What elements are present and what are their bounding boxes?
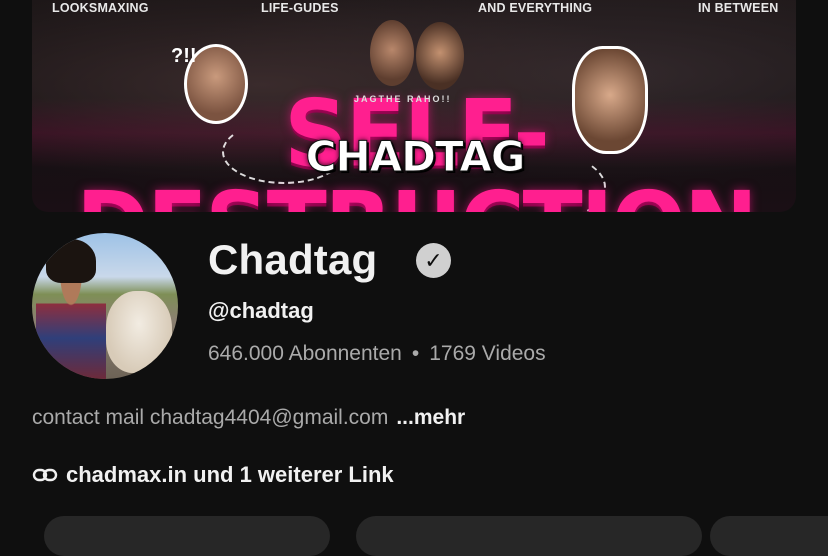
links-text: chadmax.in und 1 weiterer Link: [66, 462, 394, 487]
channel-description[interactable]: contact mail chadtag4404@gmail.com ...meh…: [32, 406, 465, 430]
banner-face-image: [572, 46, 648, 154]
channel-banner: LOOKSMAXING LIFE-GUDES AND EVERYTHING IN…: [32, 0, 796, 212]
action-button[interactable]: [710, 516, 828, 556]
channel-avatar[interactable]: [32, 233, 178, 379]
banner-tagline: IN BETWEEN: [698, 1, 779, 15]
verified-icon: ✓: [416, 243, 451, 278]
description-text: contact mail chadtag4404@gmail.com: [32, 406, 389, 429]
banner-face-image: [416, 22, 464, 90]
checkmark-icon: ✓: [424, 247, 443, 273]
more-button[interactable]: ...mehr: [396, 406, 465, 429]
channel-name: Chadtag: [208, 236, 378, 283]
channel-handle: @chadtag: [208, 298, 314, 323]
banner-tagline: AND EVERYTHING: [478, 1, 593, 15]
channel-stats: 646.000 Abonnenten • 1769 Videos: [208, 342, 546, 366]
avatar-dog: [106, 291, 172, 373]
banner-exclaim: ?!!: [171, 45, 197, 67]
separator-dot: •: [411, 342, 420, 365]
banner-small-text: JAGTHE RAHO!!: [354, 94, 452, 104]
channel-links[interactable]: chadmax.in und 1 weiterer Link: [32, 462, 394, 488]
banner-face-image: [370, 20, 414, 86]
action-button[interactable]: [44, 516, 330, 556]
banner-overlay-text: CHADTAG: [305, 131, 526, 181]
banner-tagline: LIFE-GUDES: [261, 1, 339, 15]
link-icon: [32, 468, 58, 482]
avatar-hair: [46, 239, 96, 283]
banner-tagline: LOOKSMAXING: [52, 1, 149, 15]
video-count: 1769 Videos: [429, 342, 546, 365]
subscriber-count: 646.000 Abonnenten: [208, 342, 402, 365]
action-button[interactable]: [356, 516, 702, 556]
